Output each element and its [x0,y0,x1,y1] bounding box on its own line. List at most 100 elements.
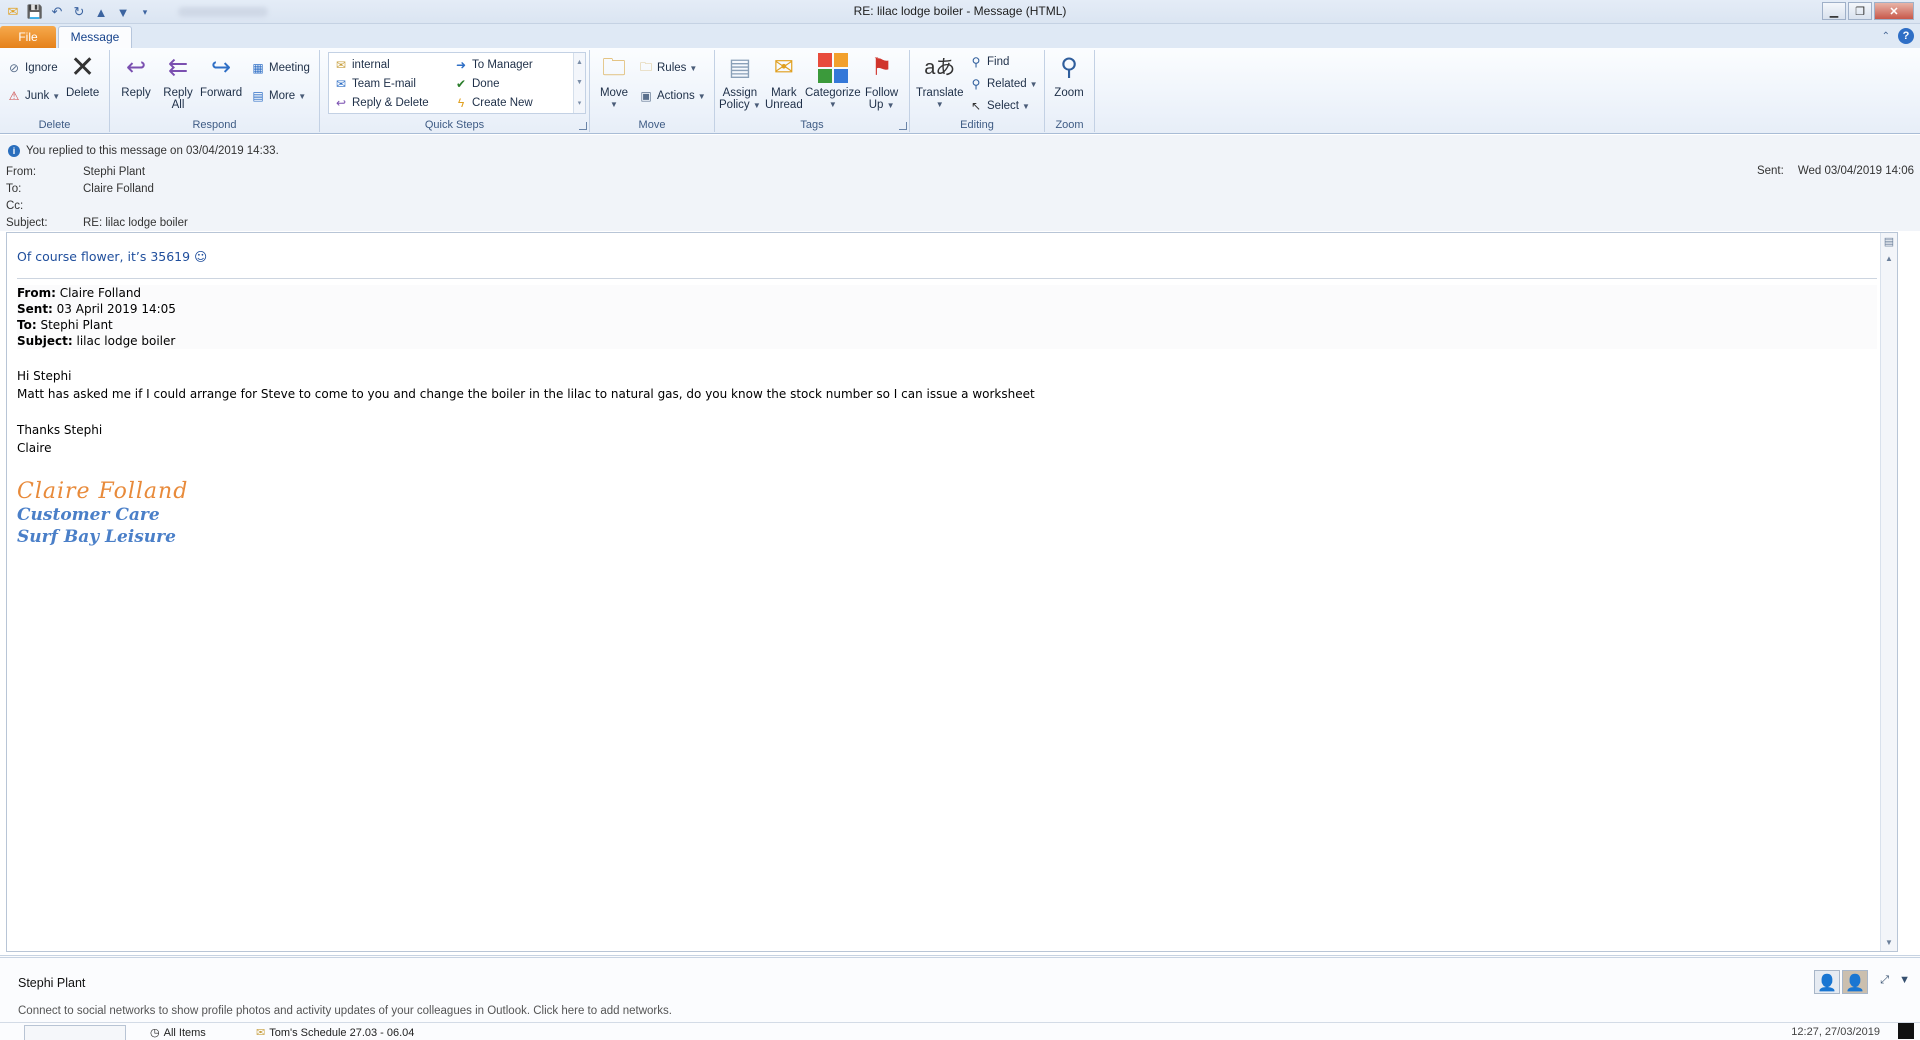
chevron-down-icon: ▼ [697,91,706,101]
page-icon[interactable]: ▤ [1881,233,1897,250]
expand-icon[interactable]: ⤢ [1880,974,1889,987]
people-photos: 👤 👤 [1814,970,1868,994]
activity-time: 12:27, 27/03/2019 [1791,1026,1880,1038]
dialog-launcher-icon[interactable] [579,122,587,130]
ignore-icon: ⊘ [8,61,20,75]
tab-message[interactable]: Message [58,26,132,48]
to-value[interactable]: Claire Folland [83,183,154,195]
move-group: 🗀 Move ▼ 🗀 Rules ▼ ▣ Actions ▼ Move [590,50,715,132]
reply-all-icon: ⇇ [167,54,189,81]
zoom-group: ⚲ Zoom Zoom [1045,50,1095,132]
from-value[interactable]: Stephi Plant [83,166,145,178]
signature-department: Customer Care [17,505,160,525]
chevron-down-icon: ▼ [752,101,761,110]
people-pane-name[interactable]: Stephi Plant [18,976,85,990]
binoculars-icon: ⚲ [971,55,981,69]
group-label: Respond [192,119,237,131]
message-body[interactable]: Of course flower, it’s 35619 ☺ From: Cla… [6,232,1898,952]
tab-file[interactable]: File [0,26,56,48]
chevron-down-icon: ▼ [935,100,944,109]
signature-company: Surf Bay Leisure [17,527,176,547]
people-pane: Stephi Plant Connect to social networks … [0,955,1920,1040]
quick-step-internal[interactable]: ✉ internal [333,57,390,73]
minimize-button[interactable]: ▁ [1822,2,1846,20]
window-controls: ▁ ❐ ✕ [1822,2,1914,20]
quick-step-to-manager[interactable]: ➜ To Manager [453,57,533,73]
avatar[interactable]: 👤 [1842,970,1868,994]
to-row: To: Claire Folland [6,183,154,195]
rules-button[interactable]: 🗀 Rules ▼ [638,60,697,76]
connect-social-link[interactable]: Connect to social networks to show profi… [18,1005,672,1017]
to-manager-icon: ➜ [455,58,467,72]
email-step-icon: ✉ [335,58,347,72]
team-email-icon: ✉ [335,77,347,91]
chevron-down-icon: ▼ [298,91,307,101]
flag-icon: ⚑ [870,54,893,81]
quote-divider [17,278,1877,279]
activity-filter-box[interactable] [24,1025,126,1040]
move-button[interactable]: 🗀 Move ▼ [598,52,630,111]
more-button[interactable]: ▤ More ▼ [250,88,306,104]
related-button[interactable]: ⚲ Related ▼ [968,76,1038,92]
sent-value: Wed 03/04/2019 14:06 [1797,165,1914,177]
reply-delete-icon: ↩ [335,96,347,110]
select-button[interactable]: ↖ Select ▼ [968,98,1030,114]
reply-notice[interactable]: i You replied to this message on 03/04/2… [8,145,279,157]
help-icon[interactable]: ? [1898,28,1914,44]
activity-item[interactable]: ✉ Tom's Schedule 27.03 - 06.04 [256,1026,414,1040]
calendar-icon: ▦ [252,61,264,75]
corner-block [1898,1023,1914,1039]
people-pane-controls: ⤢ ▼ [1880,974,1910,987]
zoom-button[interactable]: ⚲ Zoom [1053,52,1085,100]
editing-group: aあ Translate ▼ ⚲ Find ⚲ Related ▼ ↖ Sele… [910,50,1045,132]
meeting-button[interactable]: ▦ Meeting [250,60,310,76]
close-button[interactable]: ✕ [1874,2,1914,20]
reply-button[interactable]: ↩ Reply [120,52,152,100]
envelope-icon: ✉ [773,54,794,81]
message-header: i You replied to this message on 03/04/2… [0,135,1920,231]
scroll-down-icon[interactable]: ▼ [576,79,583,86]
quick-steps-scrollbar[interactable]: ▲ ▼ ▾ [573,53,585,113]
reply-all-button[interactable]: ⇇ Reply All [162,52,194,112]
scroll-down-icon[interactable]: ▼ [1881,934,1897,951]
follow-up-button[interactable]: ⚑ Follow Up ▼ [865,52,898,112]
mark-unread-button[interactable]: ✉ Mark Unread [765,52,803,112]
ignore-button[interactable]: ⊘ Ignore [6,60,58,76]
move-folder-icon: 🗀 [602,54,626,81]
junk-button[interactable]: ⚠ Junk ▼ [6,88,61,104]
all-items-tab[interactable]: ◷ All Items [150,1026,206,1040]
translate-button[interactable]: aあ Translate ▼ [916,52,964,111]
delete-button[interactable]: ✕ Delete [66,52,99,100]
ribbon: ⊘ Ignore ⚠ Junk ▼ ✕ Delete Delete ↩ Repl… [0,48,1920,134]
scroll-up-icon[interactable]: ▲ [1881,250,1897,267]
quick-step-done[interactable]: ✔ Done [453,76,500,92]
mail-item-icon: ✉ [256,1027,266,1039]
categorize-button[interactable]: Categorize ▼ [805,52,861,111]
chevron-down-icon[interactable]: ▼ [1899,974,1910,987]
delete-group: ⊘ Ignore ⚠ Junk ▼ ✕ Delete Delete [0,50,110,132]
reply-icon: ↩ [125,54,147,81]
lightning-icon: ϟ [457,96,465,110]
quick-step-reply-delete[interactable]: ↩ Reply & Delete [333,95,429,111]
chevron-down-icon: ▼ [610,100,618,109]
find-button[interactable]: ⚲ Find [968,54,1010,70]
person-placeholder-icon[interactable]: 👤 [1814,970,1840,994]
signature-script-name: Claire Folland [17,479,189,504]
vertical-scrollbar[interactable]: ▤ ▲ ▼ [1880,233,1897,951]
cursor-icon: ↖ [970,99,982,113]
quick-step-team-email[interactable]: ✉ Team E-mail [333,76,416,92]
magnifier-icon: ⚲ [1060,54,1078,81]
quick-step-create-new[interactable]: ϟ Create New [453,95,533,111]
actions-button[interactable]: ▣ Actions ▼ [638,88,706,104]
group-label: Delete [38,119,71,131]
dialog-launcher-icon[interactable] [899,122,907,130]
tags-group: ▤ Assign Policy ▼ ✉ Mark Unread Categori… [715,50,910,132]
maximize-button[interactable]: ❐ [1848,2,1872,20]
minimize-ribbon-icon[interactable]: ⌃ [1882,31,1890,42]
forward-button[interactable]: ↪ Forward [200,52,242,100]
scroll-up-icon[interactable]: ▲ [576,59,583,66]
assign-policy-button[interactable]: ▤ Assign Policy ▼ [719,52,761,112]
checkmark-icon: ✔ [455,77,467,91]
thanks-line: Thanks Stephi [17,423,103,437]
expand-gallery-icon[interactable]: ▾ [578,99,582,107]
